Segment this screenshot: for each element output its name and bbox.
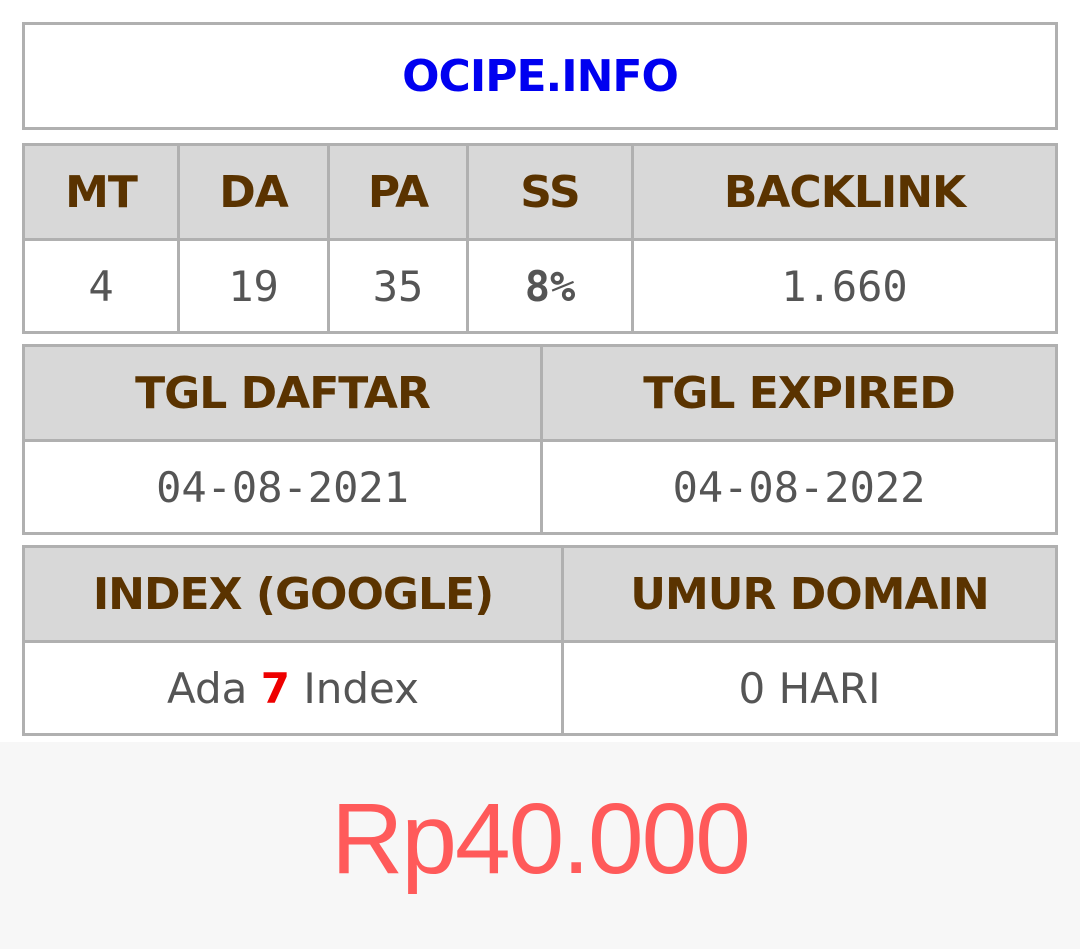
value-pa: 35 (327, 238, 469, 334)
domain-name[interactable]: OCIPE.INFO (402, 51, 679, 102)
header-registered: TGL DAFTAR (22, 344, 543, 442)
header-index: INDEX (GOOGLE) (22, 545, 564, 643)
header-expired: TGL EXPIRED (540, 344, 1058, 442)
metrics-header-row: MT DA PA SS BACKLINK (22, 143, 1058, 241)
value-expired: 04-08-2022 (540, 439, 1058, 535)
value-ss: 8% (466, 238, 634, 334)
price-label: Rp40.000 (331, 783, 751, 895)
header-backlink: BACKLINK (631, 143, 1058, 241)
header-domain-age: UMUR DOMAIN (561, 545, 1058, 643)
index-value-row: Ada 7 Index 0 HARI (22, 640, 1058, 736)
index-count: 7 (260, 663, 290, 713)
header-pa: PA (327, 143, 469, 241)
metrics-value-row: 4 19 35 8% 1.660 (22, 238, 1058, 334)
header-ss: SS (466, 143, 634, 241)
value-backlink: 1.660 (631, 238, 1058, 334)
index-table: INDEX (GOOGLE) UMUR DOMAIN Ada 7 Index 0… (22, 545, 1058, 736)
domain-title-box: OCIPE.INFO (22, 22, 1058, 130)
dates-header-row: TGL DAFTAR TGL EXPIRED (22, 344, 1058, 442)
value-index: Ada 7 Index (22, 640, 564, 736)
index-suffix: Index (303, 663, 419, 713)
value-domain-age: 0 HARI (561, 640, 1058, 736)
header-mt: MT (22, 143, 180, 241)
header-da: DA (177, 143, 330, 241)
metrics-table: MT DA PA SS BACKLINK 4 19 35 8% 1.660 (22, 143, 1058, 334)
value-registered: 04-08-2021 (22, 439, 543, 535)
value-mt: 4 (22, 238, 180, 334)
dates-value-row: 04-08-2021 04-08-2022 (22, 439, 1058, 535)
index-prefix: Ada (167, 663, 248, 713)
index-header-row: INDEX (GOOGLE) UMUR DOMAIN (22, 545, 1058, 643)
dates-table: TGL DAFTAR TGL EXPIRED 04-08-2021 04-08-… (22, 344, 1058, 535)
value-da: 19 (177, 238, 330, 334)
